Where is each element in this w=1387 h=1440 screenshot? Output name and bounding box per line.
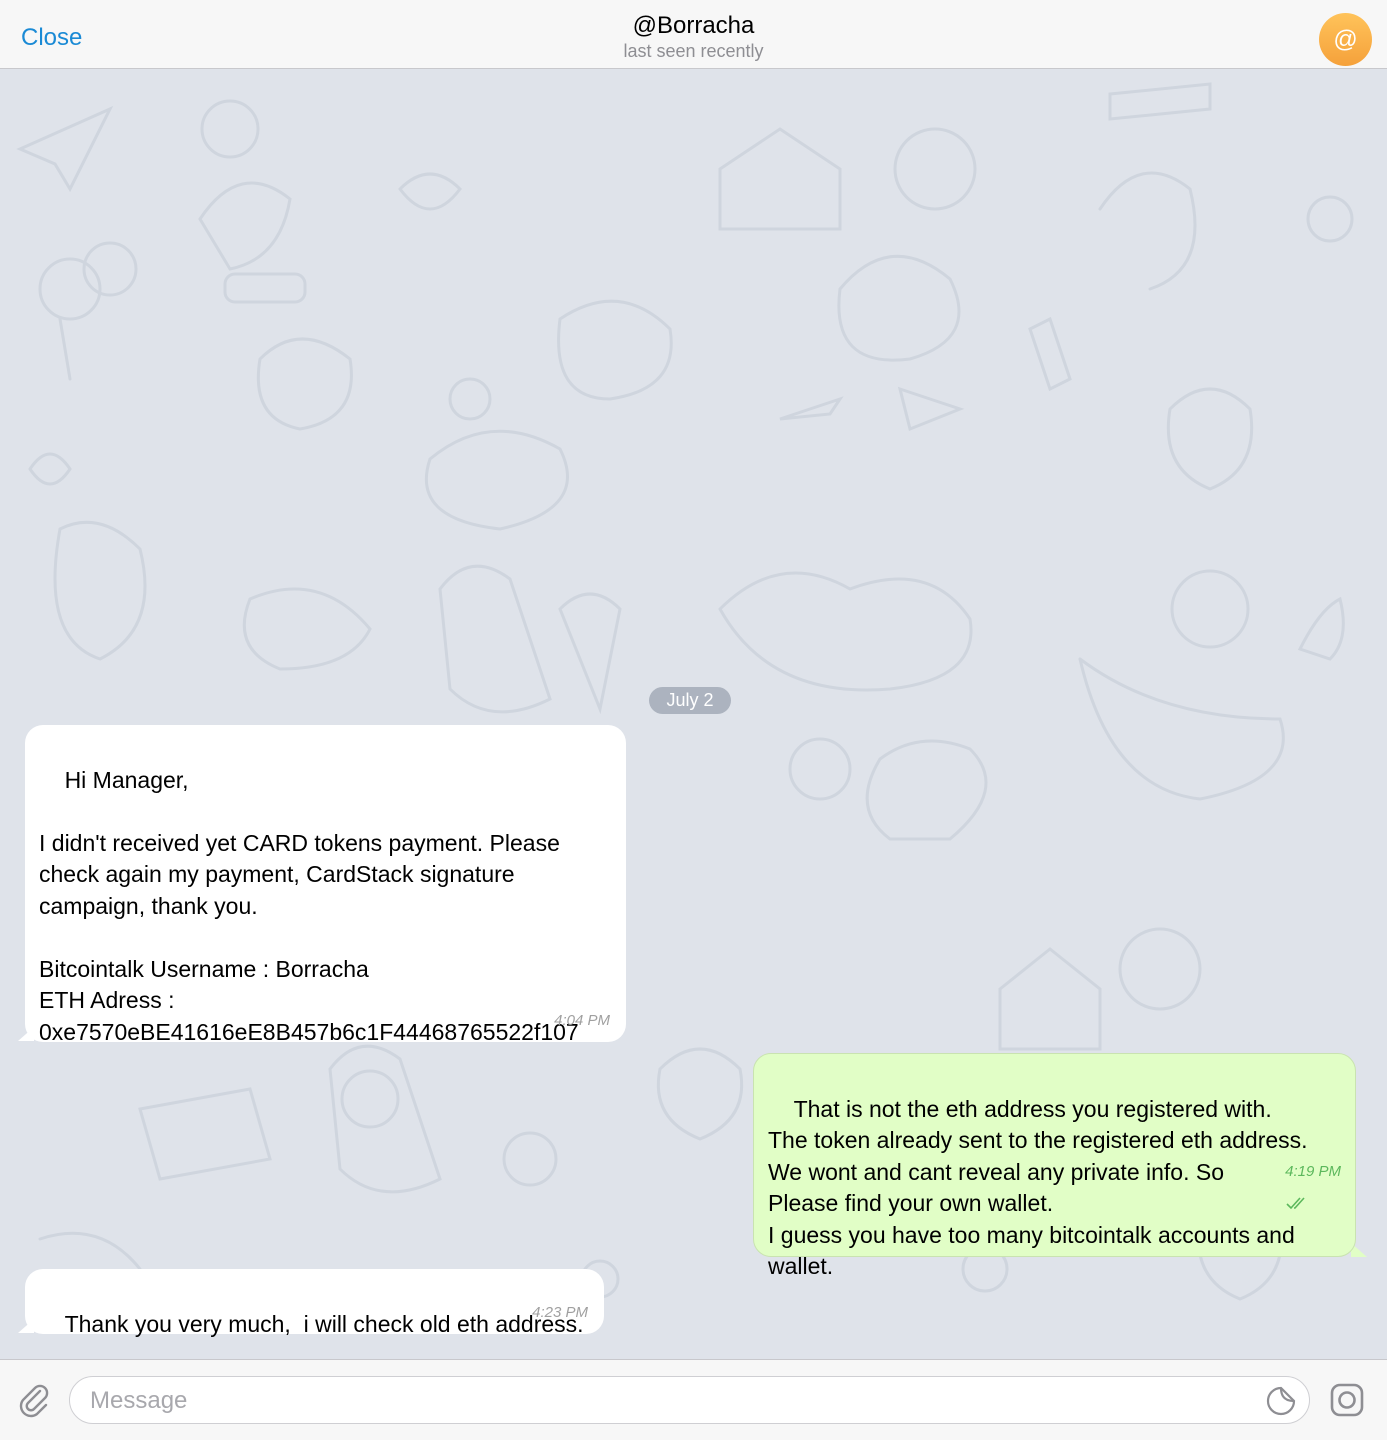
message-bubble-incoming[interactable]: Thank you very much, i will check old et… [25, 1269, 604, 1337]
date-separator: July 2 [649, 687, 731, 714]
chat-status: last seen recently [623, 41, 764, 61]
message-bubble-incoming[interactable]: Hi Manager, I didn't received yet CARD t… [25, 725, 626, 1045]
message-field[interactable] [69, 1376, 1310, 1424]
chat-area[interactable]: July 2 Hi Manager, I didn't received yet… [0, 69, 1387, 1359]
composer-bar [0, 1359, 1387, 1440]
camera-icon[interactable] [1328, 1381, 1366, 1419]
message-input[interactable] [88, 1385, 1242, 1417]
double-check-icon [1286, 1197, 1305, 1210]
message-text: Hi Manager, I didn't received yet CARD t… [39, 766, 579, 1045]
chat-title-block[interactable]: @Borracha last seen recently [0, 12, 1387, 62]
message-time: 4:23 PM [532, 1303, 588, 1321]
message-text: Thank you very much, i will check old et… [64, 1310, 584, 1337]
message-bubble-outgoing[interactable]: That is not the eth address you register… [753, 1053, 1356, 1279]
chat-header: Close @Borracha last seen recently @ [0, 0, 1387, 69]
avatar[interactable]: @ [1319, 13, 1372, 66]
message-time: 4:19 PM [1260, 1124, 1341, 1250]
message-text: That is not the eth address you register… [768, 1095, 1308, 1280]
paperclip-icon[interactable] [16, 1382, 52, 1418]
chat-title: @Borracha [632, 12, 755, 39]
message-time: 4:04 PM [554, 1011, 610, 1029]
sticker-icon[interactable] [1265, 1385, 1297, 1417]
